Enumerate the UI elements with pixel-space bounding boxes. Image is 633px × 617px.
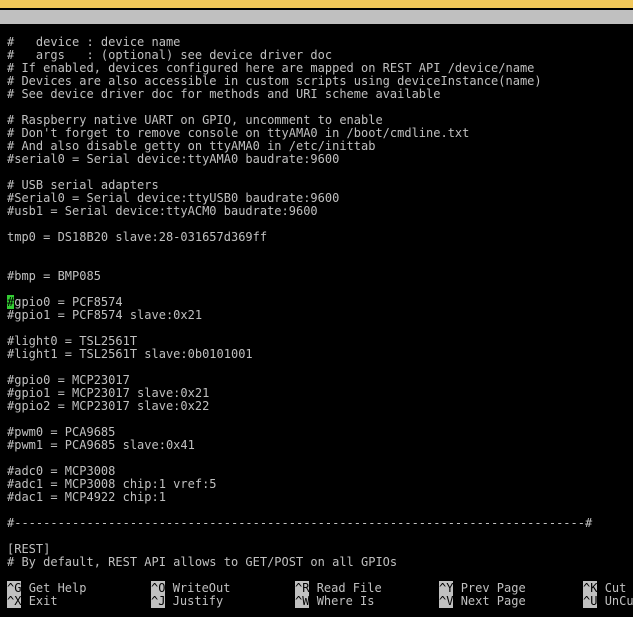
file-title: File: /etc/webiopi/config (311, 38, 492, 52)
shortcut-justify[interactable]: ^J Justify (151, 594, 224, 608)
shortcut-key: ^U (583, 594, 598, 608)
shortcut-label: Read File (316, 581, 382, 595)
shortcut-label: Cut (604, 581, 627, 595)
editor-line[interactable]: # By default, REST API allows to GET/POS… (7, 556, 397, 569)
shortcut-key: ^K (583, 581, 598, 595)
shortcut-key: ^W (295, 594, 310, 608)
shortcut-label: Exit (28, 594, 58, 608)
editor-line[interactable]: tmp0 = DS18B20 slave:28-031657d369ff (7, 231, 267, 244)
editor-line[interactable]: #---------------------------------------… (7, 517, 592, 530)
shortcut-bar: ^G Get Help ^O WriteOut ^R Read File ^Y Pre… (0, 581, 633, 612)
shortcut-key: ^O (151, 581, 166, 595)
shortcut-key: ^G (7, 581, 22, 595)
shortcut-where-is[interactable]: ^W Where Is (295, 594, 375, 608)
shortcut-key: ^J (151, 594, 166, 608)
shortcut-label: Next Page (460, 594, 526, 608)
shortcut-key: ^X (7, 594, 22, 608)
shortcut-next-page[interactable]: ^V Next Page (439, 594, 526, 608)
editor-line[interactable]: #light1 = TSL2561T slave:0b0101001 (7, 348, 253, 361)
shortcut-label: Prev Page (460, 581, 526, 595)
nano-title-bar: GNU nano 2.2.6 File: /etc/webiopi/config (0, 10, 633, 52)
editor-line[interactable]: #gpio1 = PCF8574 slave:0x21 (7, 309, 202, 322)
shortcut-key: ^V (439, 594, 454, 608)
shortcut-label: Get Help (28, 581, 87, 595)
shortcut-uncut[interactable]: ^U UnCut (583, 594, 633, 608)
editor-line[interactable]: #serial0 = Serial device:ttyAMA0 baudrat… (7, 153, 339, 166)
editor-line[interactable]: #bmp = BMP085 (7, 270, 101, 283)
shortcut-label: Where Is (316, 594, 375, 608)
editor-line[interactable]: #dac1 = MCP4922 chip:1 (7, 491, 166, 504)
editor-line-text: gpio0 = PCF8574 (14, 295, 123, 309)
shortcut-key: ^Y (439, 581, 454, 595)
editor-line[interactable]: #usb1 = Serial device:ttyACM0 baudrate:9… (7, 205, 318, 218)
shortcut-label: Justify (172, 594, 224, 608)
editor-line[interactable]: # See device driver doc for methods and … (7, 88, 440, 101)
shortcut-label: WriteOut (172, 581, 231, 595)
terminal-window[interactable]: GNU nano 2.2.6 File: /etc/webiopi/config… (0, 8, 633, 617)
shortcut-exit[interactable]: ^X Exit (7, 594, 58, 608)
shortcut-key: ^R (295, 581, 310, 595)
editor-line[interactable]: #gpio2 = MCP23017 slave:0x22 (7, 400, 209, 413)
shortcut-label: UnCut (604, 594, 633, 608)
editor-line[interactable]: #pwm1 = PCA9685 slave:0x41 (7, 439, 195, 452)
